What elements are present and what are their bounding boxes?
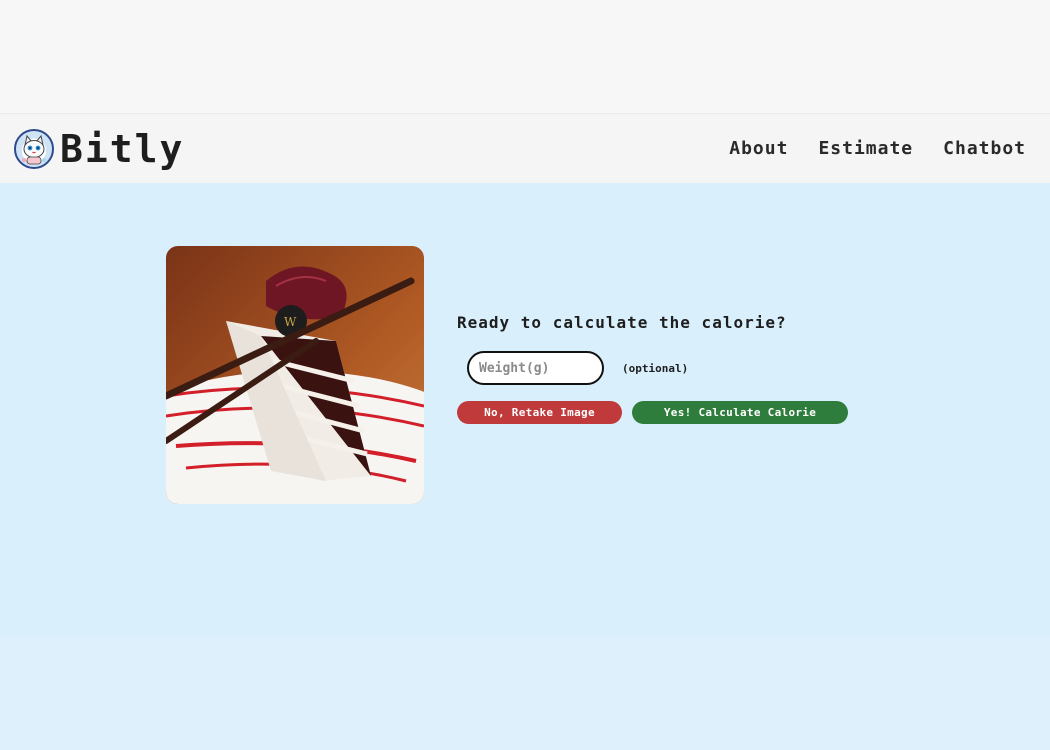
retake-image-button[interactable]: No, Retake Image [457,401,622,424]
main-section: W Ready to calculate the calorie? (optio… [0,183,1050,636]
question-heading: Ready to calculate the calorie? [457,313,787,332]
nav-link-chatbot[interactable]: Chatbot [943,138,1026,159]
weight-input[interactable] [467,351,604,385]
footer-area [0,636,1050,750]
weight-row: (optional) [467,351,977,385]
nav-links: About Estimate Chatbot [729,138,1026,159]
optional-label: (optional) [622,361,689,375]
navbar: Bitly About Estimate Chatbot [0,113,1050,183]
nav-link-about[interactable]: About [729,138,788,159]
svg-text:W: W [284,315,297,329]
confirm-panel: Ready to calculate the calorie? (optiona… [457,313,977,424]
action-buttons: No, Retake Image Yes! Calculate Calorie [457,401,977,424]
calculate-calorie-button[interactable]: Yes! Calculate Calorie [632,401,848,424]
brand[interactable]: Bitly [14,127,184,171]
cat-mascot-icon [14,128,54,169]
uploaded-food-image: W [166,246,424,504]
top-blank-area [0,0,1050,113]
nav-link-estimate[interactable]: Estimate [818,138,913,159]
brand-name: Bitly [60,126,185,171]
